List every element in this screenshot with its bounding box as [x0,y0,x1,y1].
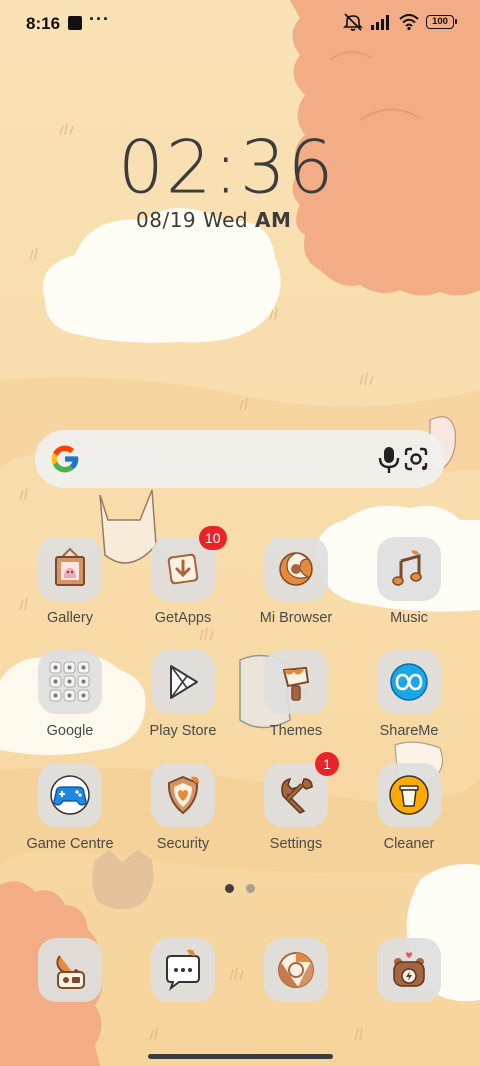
trash-bin-icon [377,763,441,827]
app-label: ShareMe [379,723,439,739]
clock-ampm: AM [254,208,292,232]
dock-phone[interactable] [15,938,125,1048]
app-label: Themes [269,723,323,739]
microphone-icon[interactable] [378,446,400,474]
gamepad-icon [38,763,102,827]
wifi-icon [399,14,419,30]
more-notifications-icon: ··· [89,9,110,29]
app-play-store[interactable]: Play Store [128,650,238,760]
app-label: Cleaner [383,836,435,852]
clock-widget[interactable]: 02:36 08/19 Wed AM [118,124,336,232]
app-google-folder[interactable]: Google [15,650,125,760]
app-music[interactable]: Music [354,537,464,647]
home-gesture-bar[interactable] [148,1054,333,1059]
clock-day: Wed [203,208,249,232]
camera-bear-icon [377,938,441,1002]
app-settings[interactable]: 1 Settings [241,752,351,873]
clock-time: 02:36 [118,124,336,210]
paint-brush-icon [264,650,328,714]
app-label: Google [46,723,94,739]
notification-badge: 1 [315,752,339,776]
google-folder-icon [38,650,102,714]
browser-swirl-icon [264,537,328,601]
page-dot[interactable] [246,884,255,893]
google-lens-icon[interactable] [402,445,430,473]
battery-icon: 100 [426,15,457,29]
status-icons: 100 [343,13,457,31]
dock-chrome[interactable] [241,938,351,1048]
chrome-icon [264,938,328,1002]
clock-date-value: 08/19 [136,208,197,232]
app-label: Game Centre [26,836,114,852]
app-security[interactable]: Security [128,763,238,873]
notification-badge: 10 [199,526,227,550]
app-shareme[interactable]: ShareMe [354,650,464,760]
app-label: Gallery [47,610,93,626]
app-game-centre[interactable]: Game Centre [15,763,125,873]
page-dot-active[interactable] [225,884,234,893]
play-store-icon [151,650,215,714]
phone-icon [38,938,102,1002]
signal-icon [371,15,389,30]
status-time: 8:16 [26,14,61,33]
shareme-infinity-icon [377,650,441,714]
app-gallery[interactable]: Gallery [15,537,125,647]
google-search-bar[interactable] [35,430,445,488]
dock-camera[interactable] [354,938,464,1048]
app-label: Music [390,610,428,626]
app-label: Security [156,836,210,852]
app-label: Mi Browser [259,610,333,626]
music-note-icon [377,537,441,601]
app-label: Play Store [149,723,217,739]
app-getapps[interactable]: 10 GetApps [128,526,238,647]
status-bar: 8:16 ··· 100 [0,0,480,48]
shield-icon [151,763,215,827]
messages-icon [151,938,215,1002]
gallery-frame-icon [38,537,102,601]
app-label: Settings [269,836,323,852]
app-label: GetApps [154,610,212,626]
notification-square-icon [68,16,82,30]
dock-messages[interactable] [128,938,238,1048]
clock-date: 08/19 Wed AM [136,208,318,232]
app-cleaner[interactable]: Cleaner [354,763,464,873]
app-mi-browser[interactable]: Mi Browser [241,537,351,647]
mute-vibrate-icon [343,13,363,31]
app-themes[interactable]: Themes [241,650,351,760]
page-indicator[interactable] [225,884,255,893]
google-g-icon [51,445,79,473]
